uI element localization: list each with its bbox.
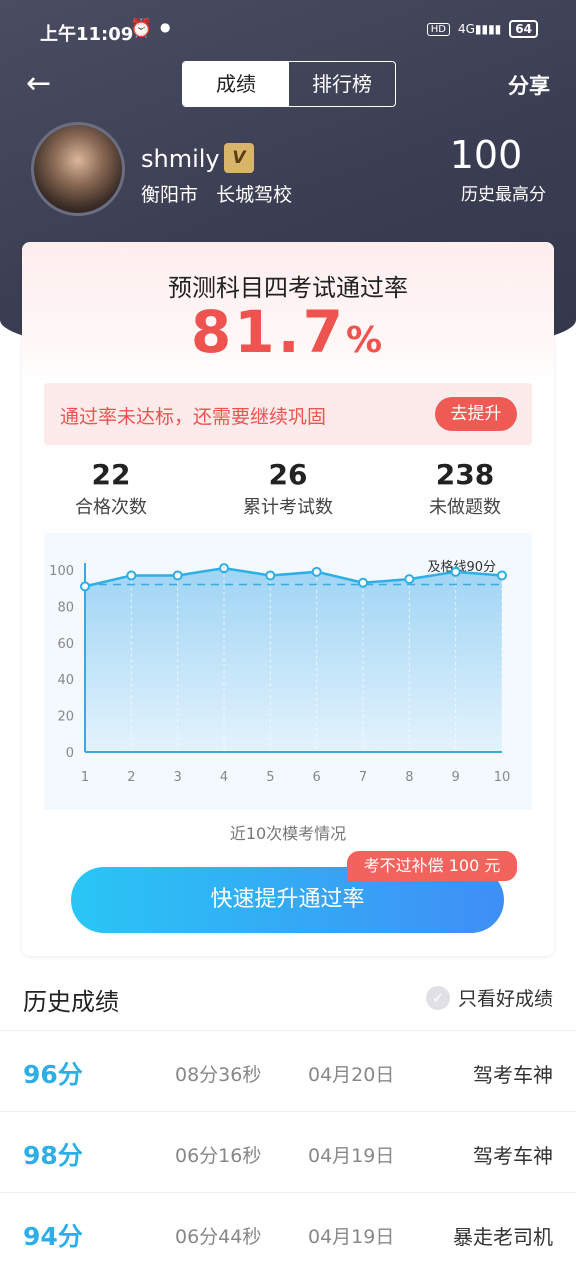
filter-label: 只看好成绩 [457, 988, 553, 1010]
history-duration: 06分16秒 [175, 1145, 262, 1167]
y-tick-label: 100 [49, 564, 74, 579]
x-tick-label: 7 [359, 770, 367, 785]
compensation-tag: 考不过补偿 100 元 [347, 851, 517, 881]
x-tick-label: 4 [220, 770, 228, 785]
history-date: 04月20日 [308, 1064, 395, 1086]
y-tick-label: 0 [66, 746, 74, 761]
notification-dot-icon: ● [160, 20, 171, 34]
chart-caption: 近10次模考情况 [229, 824, 347, 843]
battery-icon: 64 [509, 20, 538, 38]
rate-unit: % [346, 320, 386, 361]
x-tick-label: 5 [266, 770, 274, 785]
rate-value: 81.7 [190, 298, 347, 366]
stat-pass-count: 22 合格次数 [31, 458, 191, 519]
data-point [358, 577, 368, 588]
tab-score[interactable]: 成绩 [183, 62, 289, 106]
stat-value: 26 [268, 458, 308, 491]
user-location: 衡阳市 长城驾校 [141, 180, 292, 207]
prediction-rate: 81.7% [0, 298, 576, 366]
y-tick-label: 60 [57, 637, 74, 652]
username: shmily [141, 145, 220, 173]
good-score-filter[interactable]: ✓ 只看好成绩 [425, 984, 553, 1011]
history-duration: 08分36秒 [175, 1064, 262, 1086]
status-bar: 上午11:09 ⏰ ● HD 4G▮▮▮▮ 64 [0, 0, 576, 62]
history-row[interactable]: 94分 06分44秒 04月19日 暴走老司机 [0, 1192, 576, 1273]
status-indicators: HD 4G▮▮▮▮ 64 [426, 20, 538, 38]
score-chart: 0204060801001 2 3 4 5 6 7 8 9 10及格线90分 [49, 559, 511, 785]
battery-level: 64 [515, 22, 532, 36]
y-tick-label: 20 [57, 710, 74, 725]
city: 衡阳市 [141, 184, 199, 206]
hd-badge: HD [426, 22, 450, 36]
data-point [404, 574, 415, 585]
data-point [219, 563, 229, 574]
vip-badge-icon: V [224, 143, 254, 173]
data-point [172, 570, 183, 581]
x-tick-label: 2 [127, 770, 135, 785]
school: 长城驾校 [216, 184, 293, 206]
history-title-badge: 驾考车神 [473, 1063, 553, 1087]
y-tick-label: 80 [57, 600, 74, 615]
history-row[interactable]: 98分 06分16秒 04月19日 驾考车神 [0, 1111, 576, 1192]
status-time: 上午11:09 [40, 24, 134, 45]
share-button[interactable]: 分享 [508, 70, 550, 100]
x-tick-label: 8 [405, 770, 413, 785]
history-list: 96分 08分36秒 04月20日 驾考车神 98分 06分16秒 04月19日… [0, 1030, 576, 1273]
x-tick-label: 3 [174, 770, 182, 785]
check-circle-icon[interactable]: ✓ [425, 985, 450, 1010]
history-date: 04月19日 [308, 1226, 395, 1248]
alarm-clock-icon: ⏰ [130, 18, 153, 39]
x-tick-label: 9 [452, 770, 460, 785]
stat-total-exams: 26 累计考试数 [208, 458, 368, 519]
stat-unanswered: 238 未做题数 [385, 458, 545, 519]
history-title: 历史成绩 [23, 988, 119, 1016]
data-point [311, 566, 322, 577]
data-point [126, 570, 137, 581]
area-fill [85, 568, 502, 752]
data-point [265, 570, 276, 581]
avatar[interactable] [31, 122, 125, 216]
best-score-label: 历史最高分 [461, 185, 546, 205]
data-point [450, 566, 461, 577]
history-score: 96分 [23, 1060, 83, 1089]
tab-switcher: 成绩 排行榜 [182, 61, 396, 107]
history-score: 94分 [23, 1222, 83, 1251]
stat-label: 累计考试数 [243, 497, 333, 518]
data-point [80, 581, 90, 592]
history-title-badge: 暴走老司机 [453, 1225, 553, 1249]
tab-ranking[interactable]: 排行榜 [289, 62, 395, 106]
x-tick-label: 6 [313, 770, 321, 785]
history-date: 04月19日 [308, 1145, 395, 1167]
network-label: 4G [457, 22, 475, 36]
stat-label: 未做题数 [429, 497, 501, 518]
data-point [497, 570, 507, 581]
history-score: 98分 [23, 1141, 83, 1170]
x-tick-label: 1 [81, 770, 89, 785]
best-score: 100 [449, 133, 523, 177]
history-title-badge: 驾考车神 [473, 1144, 553, 1168]
y-tick-label: 40 [57, 673, 74, 688]
history-row[interactable]: 96分 08分36秒 04月20日 驾考车神 [0, 1030, 576, 1111]
stat-label: 合格次数 [75, 497, 147, 518]
signal-icon: 4G▮▮▮▮ [457, 22, 502, 36]
warning-text: 通过率未达标，还需要继续巩固 [60, 406, 327, 428]
improve-button[interactable]: 去提升 [435, 397, 517, 431]
history-duration: 06分44秒 [175, 1226, 262, 1248]
arrow-left-icon[interactable]: ← [26, 66, 51, 101]
stat-value: 22 [91, 458, 131, 491]
x-tick-label: 10 [494, 770, 511, 785]
stat-value: 238 [435, 458, 495, 491]
